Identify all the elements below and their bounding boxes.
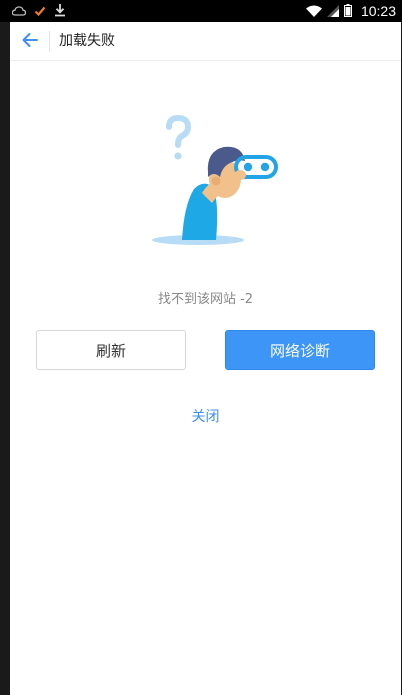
download-icon — [54, 2, 66, 21]
page-title: 加载失败 — [59, 33, 115, 49]
error-message: 找不到该网站 -2 — [157, 292, 254, 307]
app-bar: 加载失败 — [10, 22, 401, 61]
status-bar-right: 10:23 — [305, 2, 396, 21]
wifi-icon — [305, 2, 322, 21]
status-bar-left — [11, 2, 66, 21]
error-illustration — [150, 114, 280, 250]
network-diagnose-button[interactable]: 网络诊断 — [225, 330, 375, 370]
status-time: 10:23 — [360, 3, 396, 19]
refresh-button[interactable]: 刷新 — [36, 330, 186, 370]
check-icon — [34, 2, 46, 21]
appbar-divider — [49, 31, 50, 52]
close-link[interactable]: 关闭 — [10, 406, 401, 426]
signal-icon — [326, 2, 339, 21]
arrow-left-icon — [21, 32, 39, 52]
webview-error-screen: 加载失败 找不到该网站 -2 刷新 网络诊断 关闭 — [10, 22, 401, 695]
status-bar: 10:23 — [0, 0, 402, 22]
back-button[interactable] — [18, 30, 42, 54]
battery-icon — [343, 2, 352, 21]
cloud-icon — [11, 2, 27, 21]
